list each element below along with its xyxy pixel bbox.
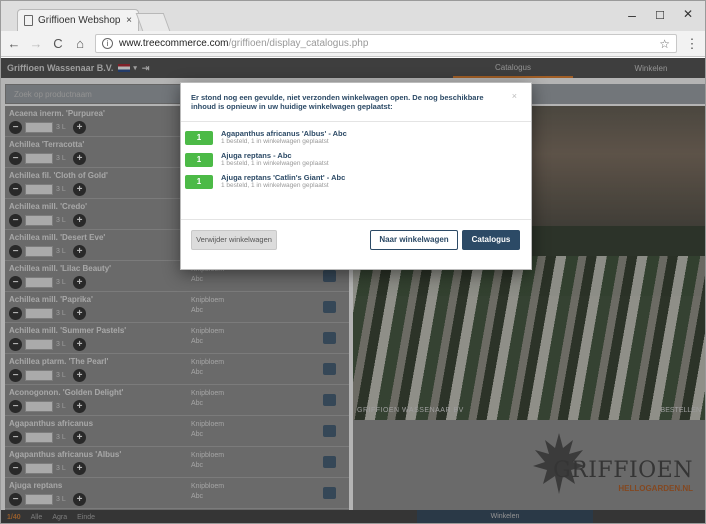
forward-button[interactable]: → bbox=[29, 36, 43, 51]
restored-item: 1 Ajuga reptans - Abc 1 besteld, 1 in wink… bbox=[185, 151, 525, 171]
tab-close-icon[interactable]: × bbox=[126, 15, 132, 26]
close-icon[interactable]: × bbox=[512, 91, 517, 101]
restored-item: 1 Ajuga reptans 'Catlin's Giant' - Abc 1 b… bbox=[185, 173, 525, 193]
quantity-badge: 1 bbox=[185, 175, 213, 189]
address-bar[interactable]: i www.treecommerce.com/griffioen/display… bbox=[95, 34, 677, 53]
item-note: 1 besteld, 1 in winkelwagen geplaatst bbox=[221, 182, 329, 189]
info-icon[interactable]: i bbox=[102, 38, 113, 49]
webshop-page: Griffioen Wassenaar B.V. ▾ ⇥ Catalogus W… bbox=[1, 58, 705, 523]
document-icon bbox=[24, 15, 33, 26]
quantity-badge: 1 bbox=[185, 131, 213, 145]
divider bbox=[181, 121, 531, 122]
item-note: 1 besteld, 1 in winkelwagen geplaatst bbox=[221, 138, 329, 145]
item-note: 1 besteld, 1 in winkelwagen geplaatst bbox=[221, 160, 329, 167]
minimize-button[interactable]: – bbox=[621, 7, 643, 23]
go-to-cart-button[interactable]: Naar winkelwagen bbox=[370, 230, 458, 250]
title-bar: Griffioen Webshop × – ☐ ✕ bbox=[1, 1, 705, 31]
bookmark-star-icon[interactable]: ☆ bbox=[659, 37, 670, 51]
restored-item: 1 Agapanthus africanus 'Albus' - Abc 1 bes… bbox=[185, 129, 525, 149]
catalogus-button[interactable]: Catalogus bbox=[462, 230, 520, 250]
close-window-button[interactable]: ✕ bbox=[677, 7, 699, 21]
browser-tab[interactable]: Griffioen Webshop × bbox=[17, 9, 139, 31]
cart-restored-dialog: Er stond nog een gevulde, niet verzonden… bbox=[180, 82, 532, 270]
divider bbox=[181, 219, 531, 220]
maximize-button[interactable]: ☐ bbox=[649, 9, 671, 22]
remove-cart-button[interactable]: Verwijder winkelwagen bbox=[191, 230, 277, 250]
browser-toolbar: ← → C ⌂ i www.treecommerce.com/griffioen… bbox=[1, 31, 705, 57]
back-button[interactable]: ← bbox=[7, 36, 21, 51]
quantity-badge: 1 bbox=[185, 153, 213, 167]
tab-title: Griffioen Webshop bbox=[38, 15, 121, 26]
item-name: Ajuga reptans - Abc bbox=[221, 151, 292, 160]
new-tab-button[interactable] bbox=[135, 13, 171, 31]
item-name: Ajuga reptans 'Catlin's Giant' - Abc bbox=[221, 173, 346, 182]
url-host: www.treecommerce.com bbox=[119, 38, 229, 49]
browser-menu-icon[interactable]: ⋮ bbox=[685, 36, 699, 52]
dialog-message: Er stond nog een gevulde, niet verzonden… bbox=[191, 93, 484, 111]
item-name: Agapanthus africanus 'Albus' - Abc bbox=[221, 129, 347, 138]
url-path: /griffioen/display_catalogus.php bbox=[228, 38, 369, 49]
reload-button[interactable]: C bbox=[51, 36, 65, 51]
home-button[interactable]: ⌂ bbox=[73, 36, 87, 51]
browser-window: Griffioen Webshop × – ☐ ✕ ← → C ⌂ i www.… bbox=[0, 0, 706, 524]
